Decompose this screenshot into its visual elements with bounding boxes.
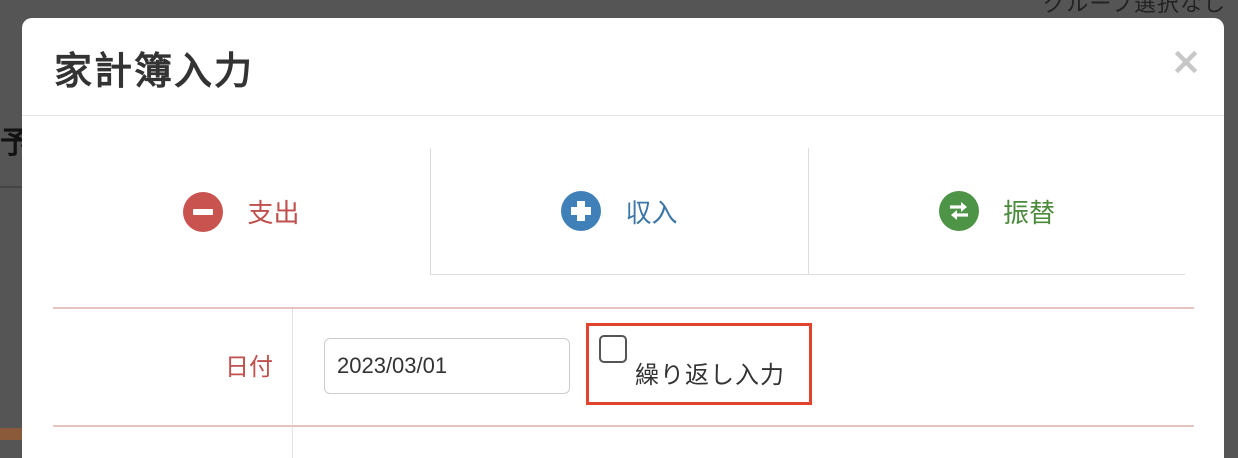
group-selector-text[interactable]: グループ選択なし [1043,0,1226,18]
date-input[interactable] [324,338,570,394]
transfer-circle-icon [938,191,979,231]
background-divider [0,186,22,188]
row-divider [53,425,1194,427]
entry-form: 日付 繰り返し入力 [53,307,1194,458]
repeat-checkbox-label[interactable]: 繰り返し入力 [635,355,785,390]
modal-header: 家計簿入力 × [22,18,1224,116]
minus-circle-icon [183,191,224,232]
modal-title: 家計簿入力 [54,49,255,93]
tab-income-label: 収入 [625,198,678,229]
column-divider [292,309,293,458]
plus-circle-icon [561,191,602,231]
tab-expense[interactable]: 支出 [53,148,430,275]
background-fragment [0,428,22,440]
tab-expense-label: 支出 [247,199,300,229]
tab-transfer-label: 振替 [1002,198,1055,229]
entry-type-tabs: 支出 収入 振替 [53,148,1185,275]
repeat-checkbox[interactable] [599,335,627,363]
row-divider [53,307,1194,309]
household-ledger-modal: 家計簿入力 × 支出 収入 振替 日付 2023/03/01 繰り返し入力 [22,18,1224,458]
date-label: 日付 [225,353,273,381]
tab-transfer[interactable]: 振替 [808,148,1185,275]
background-heading-fragment: 予 [0,126,22,161]
close-icon[interactable]: × [1170,42,1202,80]
tab-income[interactable]: 収入 [430,148,808,275]
